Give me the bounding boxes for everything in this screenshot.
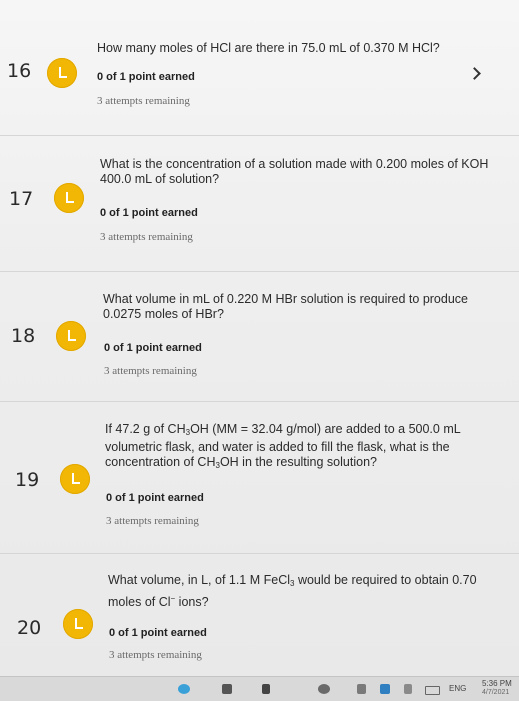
app-icon[interactable] (222, 684, 232, 694)
app-icon[interactable] (318, 684, 330, 694)
question-text: What volume, in L, of 1.1 M FeCl3 would … (108, 573, 477, 609)
app-icon[interactable] (262, 684, 270, 694)
late-check-icon (60, 464, 90, 494)
clock-date[interactable]: 4/7/2021 (482, 689, 509, 696)
chevron-right-icon[interactable] (468, 67, 481, 80)
attempts-remaining: 3 attempts remaining (100, 231, 193, 243)
question-number: 20 (17, 617, 42, 639)
late-check-icon (56, 321, 86, 351)
taskbar: ENG 5:36 PM 4/7/2021 (0, 676, 519, 701)
clock-time[interactable]: 5:36 PM (482, 679, 512, 688)
attempts-remaining: 3 attempts remaining (104, 365, 197, 377)
question-row-20[interactable]: 20 What volume, in L, of 1.1 M FeCl3 wou… (0, 554, 519, 676)
app-icon[interactable] (178, 684, 190, 694)
language-indicator[interactable]: ENG (449, 684, 466, 693)
late-check-icon (47, 58, 77, 88)
question-text: How many moles of HCl are there in 75.0 … (97, 41, 440, 55)
assignment-question-list: 16 How many moles of HCl are there in 75… (0, 0, 519, 676)
attempts-remaining: 3 attempts remaining (97, 95, 190, 107)
points-earned: 0 of 1 point earned (109, 627, 207, 639)
question-row-18[interactable]: 18 What volume in mL of 0.220 M HBr solu… (0, 272, 519, 401)
late-check-icon (54, 183, 84, 213)
question-row-16[interactable]: 16 How many moles of HCl are there in 75… (0, 0, 519, 135)
app-icon[interactable] (357, 684, 366, 694)
question-number: 16 (7, 60, 32, 82)
app-icon[interactable] (404, 684, 412, 694)
points-earned: 0 of 1 point earned (100, 207, 198, 219)
points-earned: 0 of 1 point earned (106, 492, 204, 504)
app-icon[interactable] (380, 684, 390, 694)
attempts-remaining: 3 attempts remaining (106, 515, 199, 527)
question-text: If 47.2 g of CH3OH (MM = 32.04 g/mol) ar… (105, 422, 461, 470)
keyboard-icon[interactable] (425, 686, 440, 695)
points-earned: 0 of 1 point earned (97, 71, 195, 83)
question-text: What volume in mL of 0.220 M HBr solutio… (103, 292, 468, 321)
late-check-icon (63, 609, 93, 639)
question-row-17[interactable]: 17 What is the concentration of a soluti… (0, 136, 519, 271)
question-number: 18 (11, 325, 36, 347)
question-number: 19 (15, 469, 40, 491)
question-row-19[interactable]: 19 If 47.2 g of CH3OH (MM = 32.04 g/mol)… (0, 402, 519, 553)
points-earned: 0 of 1 point earned (104, 342, 202, 354)
attempts-remaining: 3 attempts remaining (109, 649, 202, 661)
question-number: 17 (9, 188, 34, 210)
question-text: What is the concentration of a solution … (100, 157, 489, 186)
